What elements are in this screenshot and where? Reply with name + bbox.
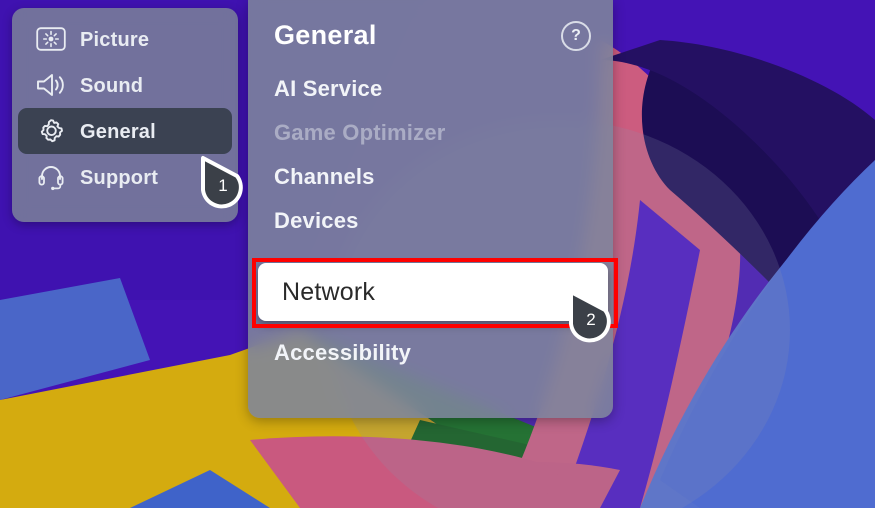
menu-item-label: Channels <box>274 164 375 189</box>
page-title: General <box>274 20 377 50</box>
sidebar-item-sound[interactable]: Sound <box>18 62 232 108</box>
cursor-marker-1: 1 <box>196 154 252 225</box>
marker-number: 2 <box>586 310 596 329</box>
menu-item-devices[interactable]: Devices <box>248 199 613 243</box>
gear-icon <box>32 115 70 147</box>
sidebar-item-label: Picture <box>80 29 150 51</box>
question-mark-icon[interactable]: ? <box>561 20 591 51</box>
cursor-marker-2: 2 <box>564 288 620 359</box>
menu-item-label: Devices <box>274 208 359 233</box>
general-settings-panel: General ? AI Service Game Optimizer Chan… <box>248 0 613 418</box>
menu-item-ai-service[interactable]: AI Service <box>248 67 613 111</box>
sidebar-item-general[interactable]: General <box>18 108 232 154</box>
menu-item-label: Accessibility <box>274 340 412 365</box>
sidebar-item-picture[interactable]: Picture <box>18 16 232 62</box>
menu-item-game-optimizer: Game Optimizer <box>248 111 613 155</box>
marker-number: 1 <box>218 176 228 195</box>
brightness-icon <box>32 23 70 55</box>
menu-item-label: Game Optimizer <box>274 120 446 145</box>
sidebar-item-label: Support <box>80 167 159 189</box>
sidebar-item-label: General <box>80 121 156 143</box>
menu-item-channels[interactable]: Channels <box>248 155 613 199</box>
speaker-icon <box>32 69 70 101</box>
headset-icon <box>32 161 70 193</box>
menu-item-accessibility[interactable]: Accessibility <box>248 331 613 375</box>
menu-item-label: AI Service <box>274 76 383 101</box>
sidebar-item-label: Sound <box>80 75 144 97</box>
panel-header: General ? <box>248 0 613 55</box>
